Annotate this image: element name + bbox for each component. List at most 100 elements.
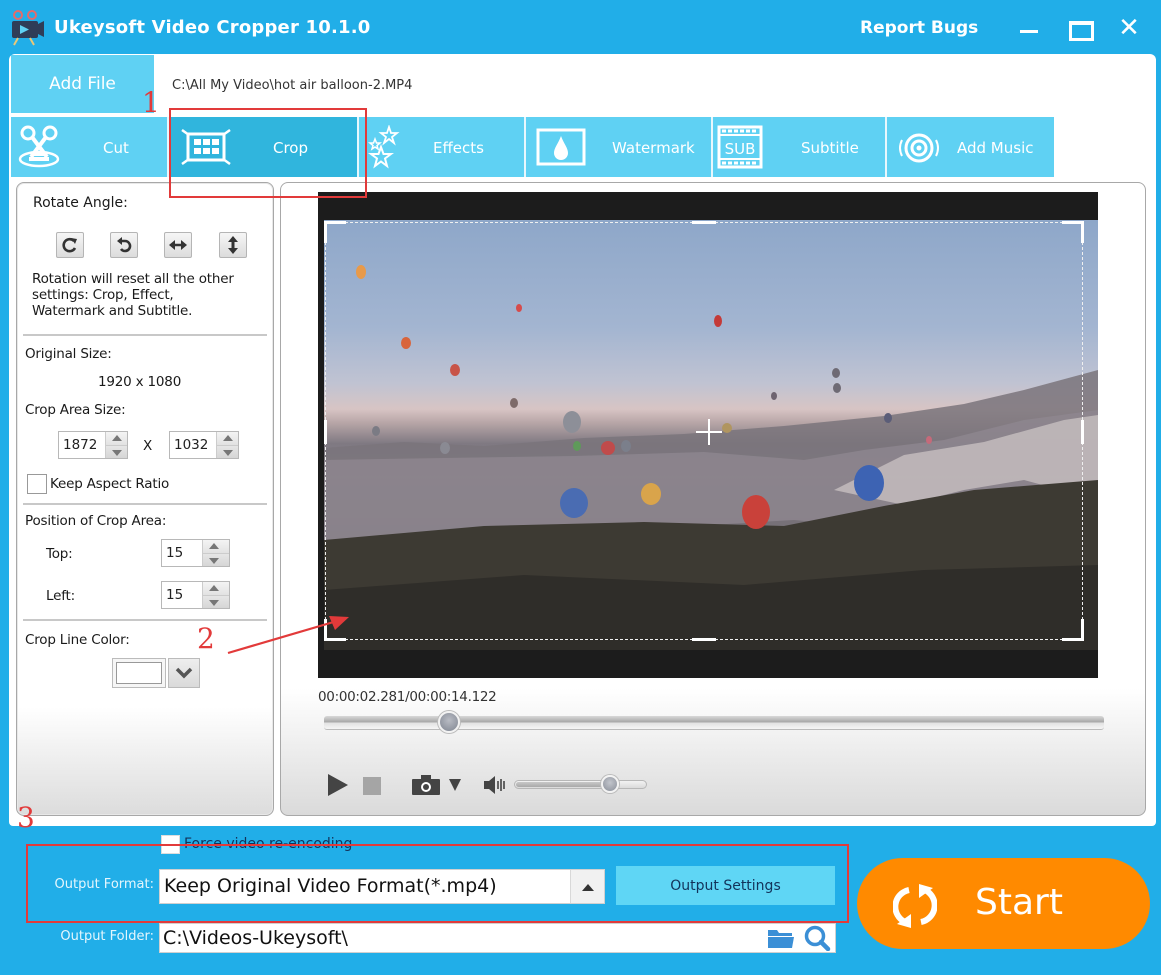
video-preview[interactable] (318, 192, 1098, 678)
increment-arrow-icon[interactable] (203, 582, 229, 595)
snapshot-dropdown-caret-icon[interactable] (449, 779, 461, 791)
rotation-note-line-2: settings: Crop, Effect, (32, 287, 174, 303)
output-folder-label: Output Folder: (60, 929, 154, 944)
close-button[interactable]: ✕ (1114, 14, 1144, 42)
rotate-clockwise-button[interactable] (56, 232, 84, 258)
color-preview (116, 662, 162, 684)
add-file-button[interactable]: Add File (11, 55, 154, 113)
rotate-clockwise-icon (62, 237, 77, 253)
decrement-arrow-icon[interactable] (106, 444, 127, 458)
divider (23, 503, 267, 505)
maximize-button[interactable] (1064, 14, 1094, 42)
convert-refresh-icon (893, 884, 937, 928)
play-button[interactable] (328, 774, 348, 796)
file-path: C:\All My Video\hot air balloon-2.MP4 (172, 78, 413, 93)
crop-height-stepper[interactable]: 1032 (169, 431, 239, 459)
rotate-counterclockwise-icon (117, 237, 132, 253)
total-time: 00:00:14.122 (409, 689, 497, 705)
crop-width-value[interactable]: 1872 (59, 432, 105, 458)
output-format-label: Output Format: (54, 877, 154, 892)
crop-handle-top[interactable] (692, 221, 716, 224)
report-bugs-link[interactable]: Report Bugs (860, 18, 978, 38)
rotate-angle-label: Rotate Angle: (33, 195, 128, 211)
top-position-value[interactable]: 15 (162, 540, 202, 566)
volume-level (516, 782, 608, 787)
chevron-down-icon (175, 667, 193, 679)
tab-label: Crop (273, 139, 309, 157)
crop-height-value[interactable]: 1032 (170, 432, 216, 458)
minimize-button[interactable] (1014, 14, 1044, 42)
start-button[interactable]: Start (857, 858, 1150, 949)
left-position-stepper[interactable]: 15 (161, 581, 230, 609)
tab-label: Cut (103, 139, 129, 157)
output-settings-button[interactable]: Output Settings (616, 866, 835, 905)
crop-line-color-label: Crop Line Color: (25, 632, 130, 648)
flip-horizontal-button[interactable] (164, 232, 192, 258)
tab-crop[interactable]: Crop (169, 117, 359, 177)
crop-handle-right[interactable] (1081, 420, 1084, 444)
increment-arrow-icon[interactable] (217, 432, 238, 445)
volume-handle[interactable] (600, 775, 619, 793)
decrement-arrow-icon[interactable] (203, 594, 229, 608)
force-reencode-checkbox[interactable] (161, 835, 180, 854)
crop-frame-icon (181, 129, 231, 165)
crop-width-stepper[interactable]: 1872 (58, 431, 128, 459)
output-format-select[interactable]: Keep Original Video Format(*.mp4) (159, 869, 605, 904)
crop-line-color-swatch[interactable] (112, 658, 166, 688)
tab-effects[interactable]: Effects (359, 117, 526, 177)
increment-arrow-icon[interactable] (106, 432, 127, 445)
left-position-value[interactable]: 15 (162, 582, 202, 608)
tab-subtitle[interactable]: SUB Subtitle (713, 117, 887, 177)
keep-aspect-ratio-checkbox[interactable] (27, 474, 47, 494)
crop-handle-bottom[interactable] (692, 638, 716, 641)
search-icon[interactable] (803, 925, 833, 951)
caret-up-icon[interactable] (570, 870, 604, 903)
stars-icon (367, 125, 400, 169)
seek-handle[interactable] (437, 711, 460, 733)
app-title: Ukeysoft Video Cropper 10.1.0 (54, 17, 371, 38)
tab-cut[interactable]: Cut (11, 117, 169, 177)
increment-arrow-icon[interactable] (203, 540, 229, 553)
top-label: Top: (46, 546, 73, 562)
tab-add-music[interactable]: Add Music (887, 117, 1054, 177)
divider (23, 619, 267, 621)
force-reencode-label: Force video re-encoding (184, 836, 353, 852)
rotation-note-line-3: Watermark and Subtitle. (32, 303, 193, 319)
annotation-number-3: 3 (17, 801, 35, 834)
top-position-stepper[interactable]: 15 (161, 539, 230, 567)
crop-handle-bottom-left[interactable] (324, 619, 346, 641)
start-label: Start (975, 882, 1063, 923)
sub-film-icon: SUB (717, 125, 763, 169)
stop-button[interactable] (363, 777, 381, 795)
tab-label: Subtitle (801, 139, 859, 157)
snapshot-camera-icon[interactable] (412, 775, 440, 795)
output-folder-input[interactable]: C:\Videos-Ukeysoft\ (159, 923, 836, 953)
decrement-arrow-icon[interactable] (217, 444, 238, 458)
crop-area-overlay[interactable] (324, 221, 1084, 641)
rotate-counterclockwise-button[interactable] (110, 232, 138, 258)
folder-open-icon[interactable] (768, 928, 794, 948)
original-size-value: 1920 x 1080 (98, 374, 182, 390)
position-label: Position of Crop Area: (25, 513, 167, 529)
keep-aspect-ratio-label: Keep Aspect Ratio (50, 476, 170, 492)
tab-label: Effects (433, 139, 484, 157)
left-label: Left: (46, 588, 75, 604)
crop-line-color-dropdown[interactable] (168, 658, 200, 688)
flip-vertical-button[interactable] (219, 232, 247, 258)
time-readout: 00:00:02.281/00:00:14.122 (318, 689, 497, 705)
crop-handle-bottom-right[interactable] (1062, 619, 1084, 641)
title-bar: Ukeysoft Video Cropper 10.1.0 Report Bug… (0, 0, 1161, 55)
crop-size-separator: X (143, 438, 153, 454)
annotation-number-2: 2 (197, 622, 215, 655)
crop-handle-left[interactable] (324, 420, 327, 444)
crop-handle-top-left[interactable] (324, 221, 346, 243)
svg-text:SUB: SUB (725, 140, 756, 158)
decrement-arrow-icon[interactable] (203, 552, 229, 566)
crop-handle-top-right[interactable] (1062, 221, 1084, 243)
annotation-number-1: 1 (142, 86, 160, 119)
move-crosshair-icon[interactable] (696, 419, 722, 445)
speaker-target-icon (899, 133, 939, 163)
tab-watermark[interactable]: Watermark (526, 117, 713, 177)
volume-speaker-icon[interactable] (484, 775, 506, 795)
volume-slider[interactable] (514, 780, 647, 789)
